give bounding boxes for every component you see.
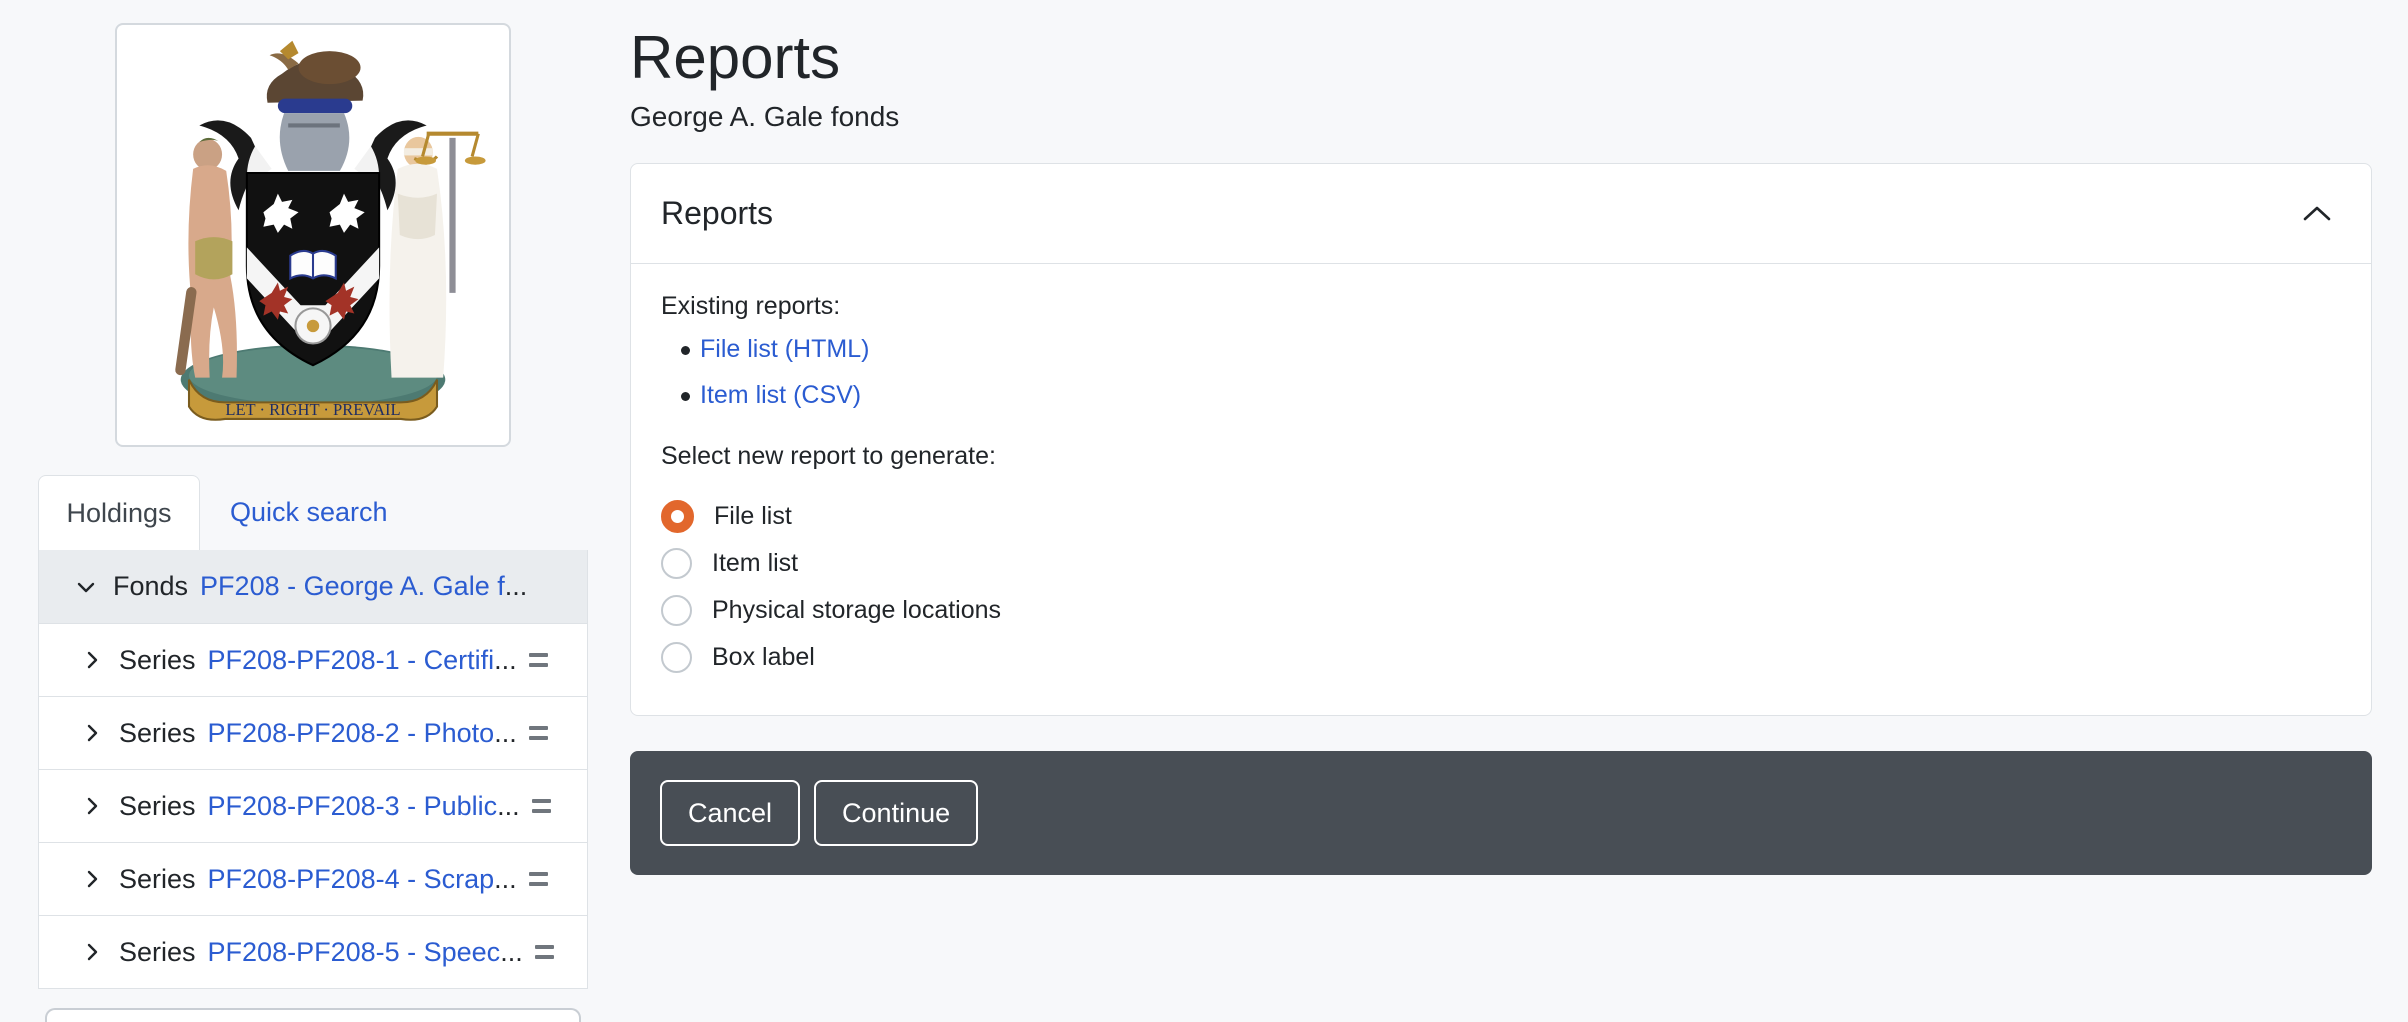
radio-unselected-icon[interactable] [661,548,692,579]
radio-label: Physical storage locations [712,596,1001,625]
tree-truncation-ellipsis: ... [497,791,520,822]
reports-panel-body: Existing reports: File list (HTML) Item … [631,264,2371,715]
tree-item-link[interactable]: PF208-PF208-4 - Scrap [208,864,495,895]
tree-row-series-5[interactable]: Series PF208-PF208-5 - Speec ... [39,915,587,988]
holdings-treeview: Fonds PF208 - George A. Gale f ... Serie… [38,550,588,989]
reports-panel: Reports Existing reports: File list (HTM… [630,163,2372,716]
tree-item-link[interactable]: PF208-PF208-5 - Speec [208,937,501,968]
radio-box-label[interactable]: Box label [661,634,2341,681]
existing-reports-label: Existing reports: [661,292,2341,321]
crest [267,41,364,171]
tree-item-link[interactable]: PF208 - George A. Gale f [200,571,505,602]
radio-selected-icon[interactable] [661,500,694,533]
repository-logo-link[interactable]: LET · RIGHT · PREVAIL [115,23,511,447]
drag-handle-icon[interactable] [527,722,550,744]
form-actions-bar: Cancel Continue [630,751,2372,875]
drag-handle-icon[interactable] [527,868,550,890]
sidebar: LET · RIGHT · PREVAIL [38,23,588,1022]
tree-truncation-ellipsis: ... [500,937,523,968]
tree-row-series-3[interactable]: Series PF208-PF208-3 - Public ... [39,769,587,842]
tree-item-link[interactable]: PF208-PF208-1 - Certifi [208,645,495,676]
report-type-radio-group: File list Item list Physical storage loc… [661,493,2341,681]
coat-of-arms-image: LET · RIGHT · PREVAIL [127,35,499,435]
page-subtitle: George A. Gale fonds [630,101,2372,133]
tree-level-label: Series [119,718,196,749]
chevron-right-icon[interactable] [81,795,103,817]
radio-label: Box label [712,643,815,672]
chevron-right-icon[interactable] [81,868,103,890]
existing-reports-list: File list (HTML) Item list (CSV) [661,335,2341,410]
sidebar-next-panel-top [45,1008,581,1022]
radio-unselected-icon[interactable] [661,595,692,626]
tree-row-fonds[interactable]: Fonds PF208 - George A. Gale f ... [39,550,587,623]
list-item: Item list (CSV) [661,381,2341,410]
radio-item-list[interactable]: Item list [661,540,2341,587]
item-list-csv-link[interactable]: Item list (CSV) [700,381,861,409]
cancel-button[interactable]: Cancel [660,780,800,846]
continue-button[interactable]: Continue [814,780,978,846]
tree-level-label: Series [119,645,196,676]
drag-handle-icon[interactable] [527,649,550,671]
tree-row-series-4[interactable]: Series PF208-PF208-4 - Scrap ... [39,842,587,915]
drag-handle-icon[interactable] [533,941,556,963]
tree-truncation-ellipsis: ... [494,645,517,676]
tree-item-link[interactable]: PF208-PF208-2 - Photo [208,718,495,749]
list-item: File list (HTML) [661,335,2341,364]
svg-text:LET · RIGHT · PREVAIL: LET · RIGHT · PREVAIL [225,400,400,419]
chevron-up-icon [2301,204,2333,224]
left-supporter [175,138,237,378]
radio-file-list[interactable]: File list [661,493,2341,540]
tree-level-label: Fonds [113,571,188,602]
chevron-right-icon[interactable] [81,722,103,744]
tree-truncation-ellipsis: ... [494,718,517,749]
reports-panel-title: Reports [661,195,773,232]
collapse-panel-button[interactable] [2295,192,2339,236]
tree-row-series-1[interactable]: Series PF208-PF208-1 - Certifi ... [39,623,587,696]
tree-row-series-2[interactable]: Series PF208-PF208-2 - Photo ... [39,696,587,769]
radio-physical-storage-locations[interactable]: Physical storage locations [661,587,2341,634]
file-list-html-link[interactable]: File list (HTML) [700,335,869,363]
chevron-right-icon[interactable] [81,941,103,963]
tab-quick-search[interactable]: Quick search [200,475,388,550]
reports-page: LET · RIGHT · PREVAIL [0,0,2408,1018]
chevron-down-icon[interactable] [75,576,97,598]
tree-item-link[interactable]: PF208-PF208-3 - Public [208,791,498,822]
tree-level-label: Series [119,937,196,968]
right-supporter [389,134,485,378]
radio-unselected-icon[interactable] [661,642,692,673]
radio-label: Item list [712,549,798,578]
tree-truncation-ellipsis: ... [505,571,528,602]
reports-panel-header: Reports [631,164,2371,264]
chevron-right-icon[interactable] [81,649,103,671]
tab-holdings[interactable]: Holdings [38,475,200,550]
select-report-label: Select new report to generate: [661,442,2341,471]
tree-truncation-ellipsis: ... [494,864,517,895]
page-title: Reports [630,25,2372,91]
drag-handle-icon[interactable] [530,795,553,817]
sidebar-tabs: Holdings Quick search [38,475,588,550]
shield [247,173,379,365]
tree-level-label: Series [119,864,196,895]
radio-label: File list [714,502,792,531]
tree-level-label: Series [119,791,196,822]
main-content: Reports George A. Gale fonds Reports Exi… [630,25,2372,875]
